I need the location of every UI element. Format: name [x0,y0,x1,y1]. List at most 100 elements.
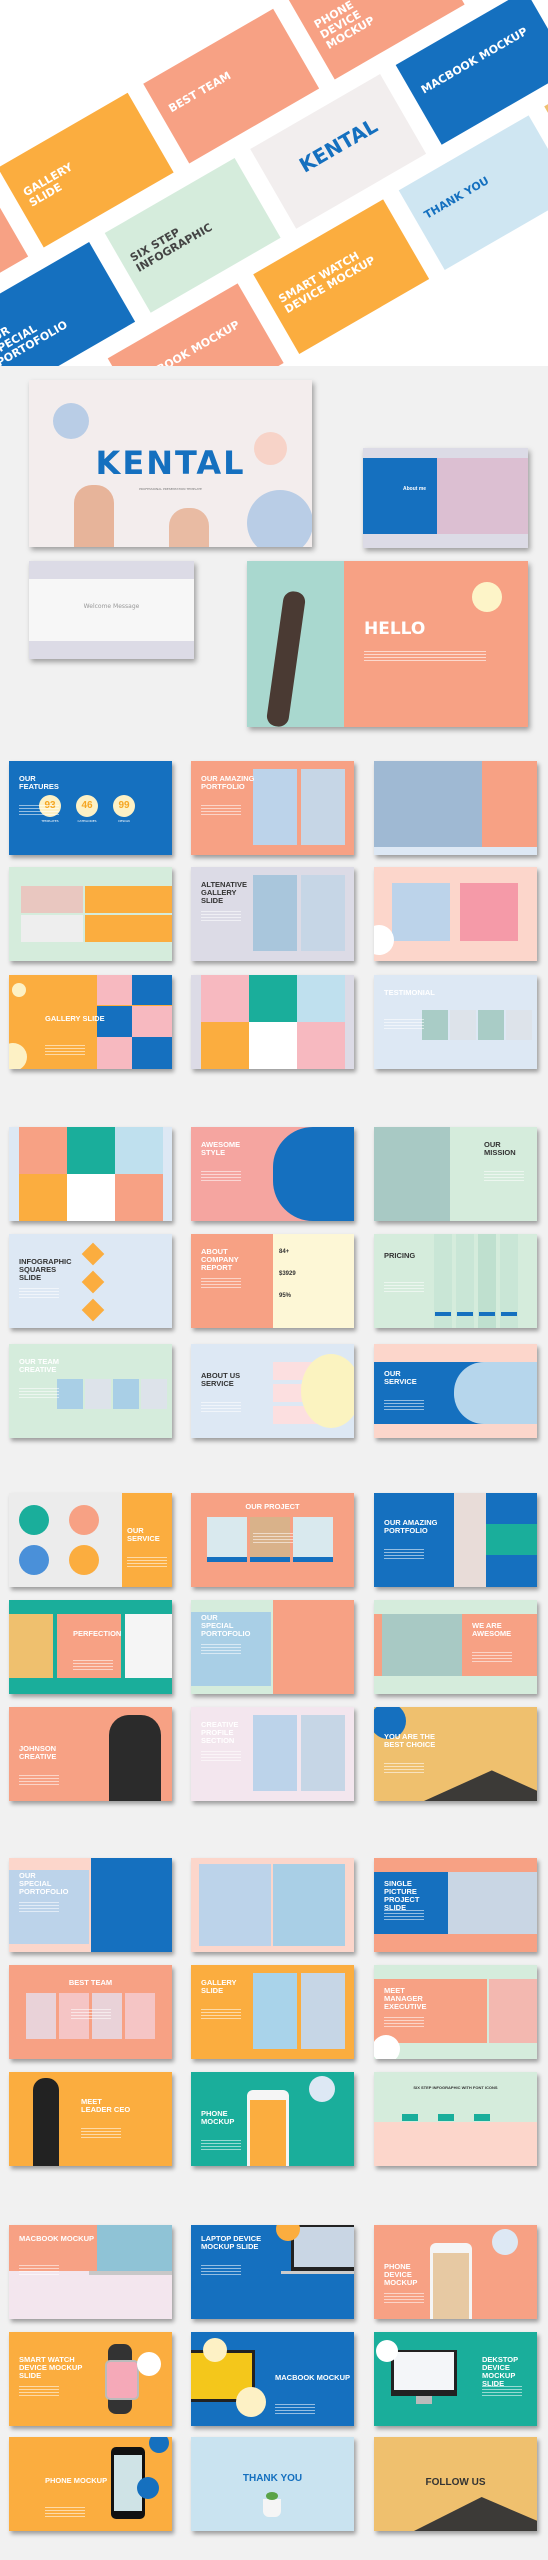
slide-thumbnail[interactable]: Pricing [374,1234,537,1328]
hero-slide-title: Thank You [421,174,492,222]
tile [67,1127,115,1174]
body-text [19,1288,59,1298]
photo [301,769,345,845]
slide-thumbnail[interactable]: 93TEMPLATES46CATEGORIES99DESIGNOur Featu… [9,761,172,855]
decor-circle [309,2076,335,2102]
photo [489,1979,537,2043]
laptop-screen [294,2227,354,2267]
slide-thumbnail[interactable] [191,1858,354,1952]
slide-thumbnail[interactable]: Johnson Creative [9,1707,172,1801]
slide-about-me[interactable]: About me [363,448,528,548]
photo [113,1379,139,1409]
panel [132,1037,172,1069]
slide-title: Phone Mockup [45,2476,108,2485]
label-bar [207,1557,247,1562]
pricing-button [457,1312,473,1316]
slide-thumbnail[interactable]: Our Mission [374,1127,537,1221]
slide-thumbnail[interactable] [374,761,537,855]
body-text [201,1278,241,1288]
body-text [201,1644,241,1654]
slide-hello[interactable]: HELLO [247,561,528,727]
body-text [19,1902,59,1912]
slide-title: Best Team [68,1978,113,1987]
body-text [384,1910,424,1920]
slide-thumbnail[interactable]: Meet Manager Executive [374,1965,537,2059]
slide-thumbnail[interactable]: Our Amazing Portfolio [374,1493,537,1587]
tile [19,1174,67,1221]
slide-thumbnail[interactable]: Dekstop Device Mockup Slide [374,2332,537,2426]
hello-title: HELLO [364,619,426,639]
slide-thumbnail[interactable]: Awesome Style [191,1127,354,1221]
slide-thumbnail[interactable] [374,867,537,961]
diamond [81,1242,105,1266]
slide-title: Creative Profile Section [201,1720,239,1745]
slide-thumbnail[interactable] [9,1127,172,1221]
slide-thumbnail[interactable]: You Are The Best Choice [374,1707,537,1801]
slide-title: Altenative Gallery Slide [201,880,247,905]
slide-thumbnail[interactable]: Creative Profile Section [191,1707,354,1801]
body-text [384,1282,424,1292]
slide-thumbnail[interactable]: Meet Leader CEO [9,2072,172,2166]
panel [132,1006,172,1037]
slide-kental-cover[interactable]: KENTAL PROFESSIONAL PRESENTATION TEMPLAT… [29,380,312,547]
team-member-photo [26,1993,56,2039]
slide-thumbnail[interactable]: Phone Device Mockup [374,2225,537,2319]
slide-thumbnail[interactable]: Follow Us [374,2437,537,2531]
slide-thumbnail[interactable]: About Us Service [191,1344,354,1438]
slide-thumbnail[interactable]: 84+ $3929 95% About Company Report [191,1234,354,1328]
slide-thumbnail[interactable]: Our Project [191,1493,354,1587]
slide-thumbnail[interactable]: Our Service [9,1493,172,1587]
slide-title: About Us Service [201,1371,241,1388]
decor-circle [374,925,394,955]
slide-thumbnail[interactable]: Gallery Slide [9,975,172,1069]
hero-slide-title: Gallery Slide [20,160,75,210]
tile [115,1174,163,1221]
pot [263,2499,281,2517]
panel [273,1127,354,1221]
photo [422,1010,448,1040]
slide-thumbnail[interactable]: Our Special Portofolio [9,1858,172,1952]
photo [392,883,450,941]
slide-welcome[interactable]: Welcome Message [29,561,194,659]
slide-thumbnail[interactable]: Single Picture Project Slide [374,1858,537,1952]
slide-title: Laptop Device Mockup Slide [201,2234,262,2251]
slide-thumbnail[interactable]: Best Team [9,1965,172,2059]
panel [374,1858,537,1872]
slide-thumbnail[interactable]: Our Service [374,1344,537,1438]
slide-thumbnail[interactable]: Six Step Infographic With Font Icons [374,2072,537,2166]
slide-thumbnail[interactable]: Phone Mockup [9,2437,172,2531]
slide-thumbnail[interactable]: Our Team Creative [9,1344,172,1438]
cover-subtitle: PROFESSIONAL PRESENTATION TEMPLATE [139,487,202,491]
body-text [253,1533,293,1543]
slide-thumbnail[interactable] [9,867,172,961]
step-block [402,2114,418,2121]
slide-thumbnail[interactable]: Our Special Portofolio [191,1600,354,1694]
slide-thumbnail[interactable]: Thank You [191,2437,354,2531]
slide-thumbnail[interactable]: Altenative Gallery Slide [191,867,354,961]
slide-thumbnail[interactable] [191,975,354,1069]
slide-thumbnail[interactable]: Our Amazing Portfolio [191,761,354,855]
photo [253,769,297,845]
photo [382,1614,462,1676]
slide-title: Follow Us [425,2477,486,2488]
slide-title: Our Features [19,774,59,791]
tile [249,975,297,1022]
slide-thumbnail[interactable]: Testimonial [374,975,537,1069]
slide-title: Gallery Slide [45,1014,105,1023]
slide-thumbnail[interactable]: Smart Watch Device Mockup Slide [9,2332,172,2426]
slide-thumbnail[interactable]: Infographic Squares Slide [9,1234,172,1328]
hero-slide-card: Thank You [398,115,548,270]
slide-thumbnail[interactable]: Laptop Device Mockup Slide [191,2225,354,2319]
slide-thumbnail[interactable]: Macbook Mockup [9,2225,172,2319]
slide-title: Single Picture Project Slide [384,1879,420,1912]
slide-thumbnail[interactable]: We Are Awesome [374,1600,537,1694]
tile [67,1174,115,1221]
monitor-screen [394,2352,454,2390]
service-circle [69,1545,99,1575]
slide-thumbnail[interactable]: Phone Mockup [191,2072,354,2166]
slide-thumbnail[interactable]: Perfection [9,1600,172,1694]
slide-title: Johnson Creative [19,1744,57,1761]
slide-thumbnail[interactable]: Macbook Mockup [191,2332,354,2426]
slide-thumbnail[interactable]: Gallery Slide [191,1965,354,2059]
tile [201,975,249,1022]
